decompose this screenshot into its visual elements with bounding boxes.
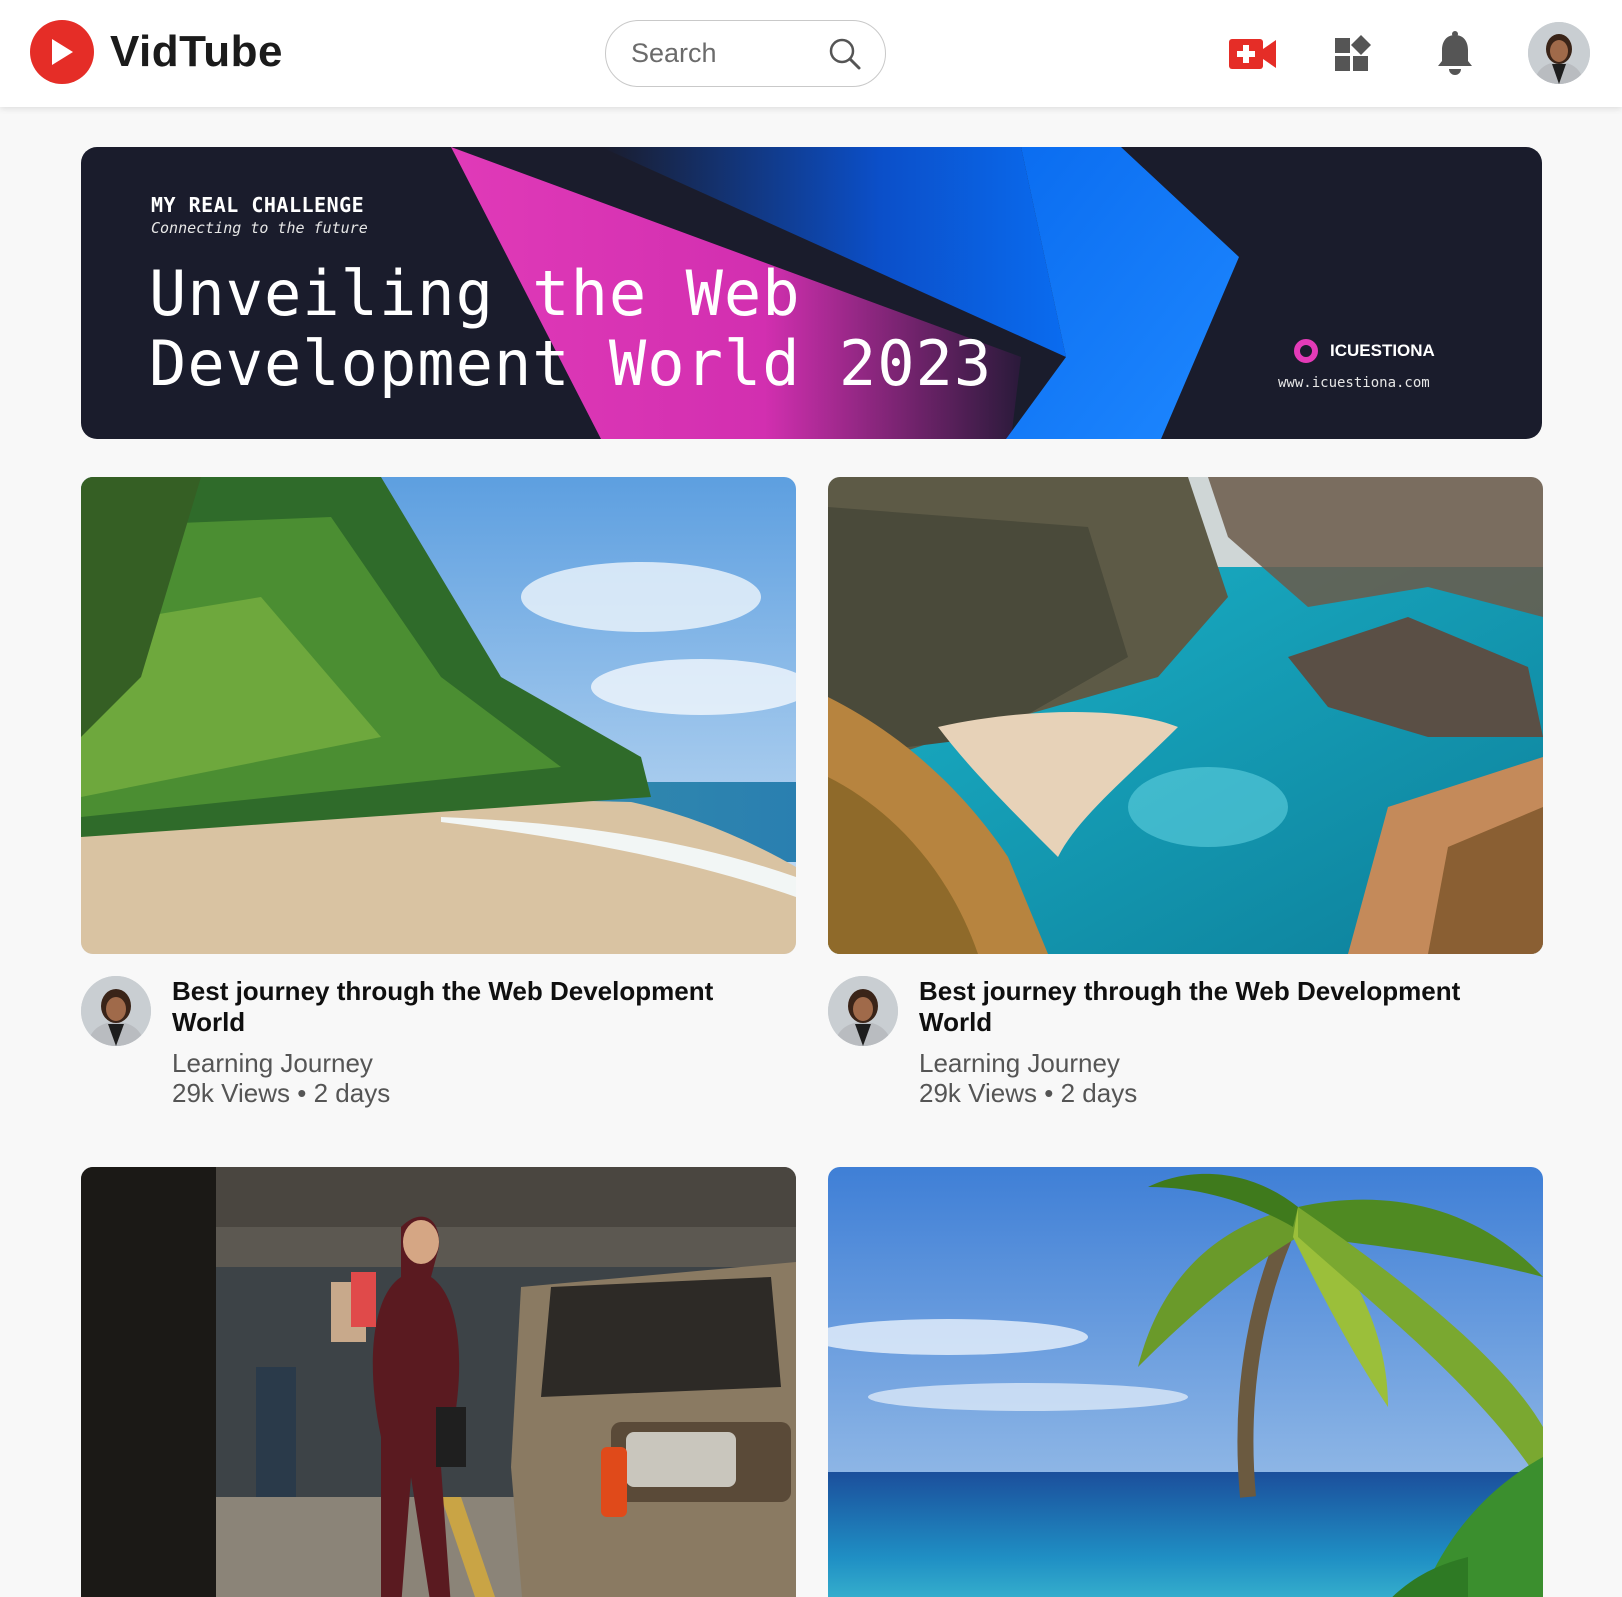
video-card[interactable] (81, 1167, 796, 1597)
view-count: 29k Views (919, 1078, 1038, 1108)
banner-subtitle: Connecting to the future (151, 219, 368, 237)
banner-title: Unveiling the Web Development World 2023 (149, 259, 992, 399)
channel-avatar[interactable] (81, 976, 151, 1046)
bell-icon[interactable] (1430, 30, 1480, 78)
video-title[interactable]: Best journey through the Web Development… (172, 976, 772, 1038)
video-title[interactable]: Best journey through the Web Development… (919, 976, 1519, 1038)
play-logo-icon (30, 20, 94, 84)
banner-url: www.icuestiona.com (1278, 375, 1430, 391)
banner-brand: ICUESTIONA (1294, 339, 1435, 363)
video-card[interactable]: Best journey through the Web Development… (81, 477, 796, 1108)
video-stats: 29k Views • 2 days (172, 1078, 390, 1109)
search-icon[interactable] (827, 36, 863, 72)
app-name: VidTube (110, 27, 283, 76)
channel-name[interactable]: Learning Journey (919, 1048, 1120, 1079)
top-bar: VidTube (0, 0, 1622, 107)
banner-title-line1: Unveiling the Web (149, 257, 801, 330)
video-card[interactable] (828, 1167, 1543, 1597)
user-avatar[interactable] (1528, 22, 1590, 84)
search-box[interactable] (605, 20, 886, 87)
separator-dot: • (1044, 1078, 1061, 1108)
upload-age: 2 days (1060, 1078, 1138, 1108)
banner-brand-name: ICUESTIONA (1330, 341, 1435, 360)
upload-age: 2 days (313, 1078, 391, 1108)
banner-kicker: MY REAL CHALLENGE (151, 193, 365, 217)
search-input[interactable] (631, 38, 821, 69)
video-thumbnail[interactable] (81, 1167, 796, 1597)
video-thumbnail[interactable] (828, 477, 1543, 954)
video-thumbnail[interactable] (81, 477, 796, 954)
channel-avatar[interactable] (828, 976, 898, 1046)
video-stats: 29k Views • 2 days (919, 1078, 1137, 1109)
channel-banner[interactable]: MY REAL CHALLENGE Connecting to the futu… (81, 147, 1542, 439)
video-card[interactable]: Best journey through the Web Development… (828, 477, 1543, 1108)
separator-dot: • (297, 1078, 314, 1108)
apps-icon[interactable] (1328, 30, 1378, 78)
create-video-icon[interactable] (1228, 30, 1278, 78)
channel-name[interactable]: Learning Journey (172, 1048, 373, 1079)
video-thumbnail[interactable] (828, 1167, 1543, 1597)
banner-title-line2: Development World 2023 (149, 327, 993, 400)
view-count: 29k Views (172, 1078, 291, 1108)
logo[interactable]: VidTube (30, 20, 283, 84)
brand-ring-icon (1294, 339, 1318, 363)
